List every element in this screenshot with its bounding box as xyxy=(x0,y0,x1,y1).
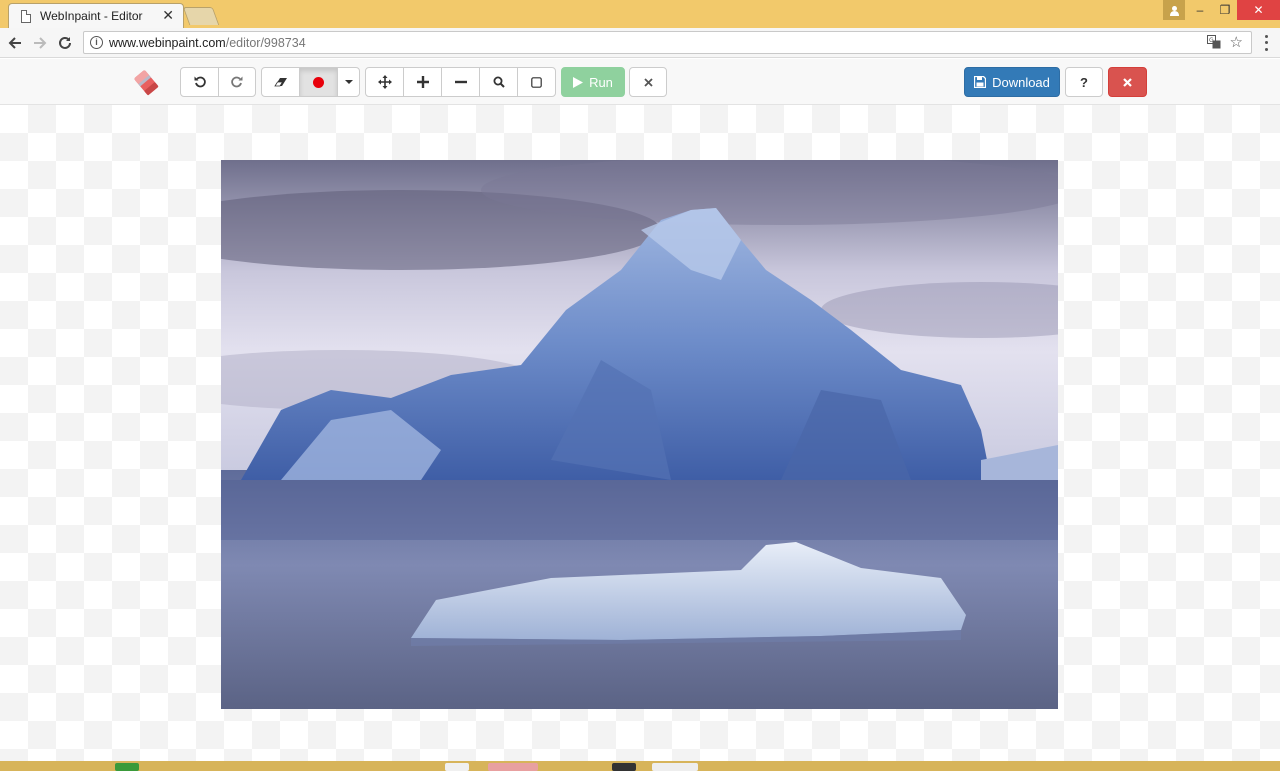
url-input[interactable]: i www.webinpaint.com/editor/998734 G ☆ xyxy=(83,31,1252,54)
browser-tab[interactable]: WebInpaint - Editor ✕ xyxy=(8,3,184,28)
floppy-disk-icon xyxy=(974,76,987,88)
fit-screen-button[interactable] xyxy=(517,67,556,97)
back-icon[interactable] xyxy=(4,32,26,54)
svg-text:G: G xyxy=(1209,37,1214,44)
menu-icon[interactable] xyxy=(1258,33,1274,53)
run-button[interactable]: Run xyxy=(561,67,625,97)
undo-button[interactable] xyxy=(180,67,219,97)
url-text: www.webinpaint.com/editor/998734 xyxy=(109,36,306,50)
search-icon xyxy=(493,76,505,88)
browser-tab-strip: WebInpaint - Editor ✕ – ❐ ✕ xyxy=(0,0,1280,28)
download-button[interactable]: Download xyxy=(964,67,1060,97)
play-icon xyxy=(573,76,584,88)
user-icon[interactable] xyxy=(1163,0,1185,20)
brush-dropdown-toggle[interactable] xyxy=(337,67,360,97)
download-button-label: Download xyxy=(992,74,1050,90)
star-icon[interactable]: ☆ xyxy=(1230,33,1243,51)
chevron-down-icon xyxy=(344,80,353,84)
document-icon xyxy=(21,10,31,23)
new-tab-button[interactable] xyxy=(182,7,220,25)
taskbar-app-icon[interactable] xyxy=(652,763,698,771)
maximize-button[interactable]: ❐ xyxy=(1213,0,1237,20)
run-button-label: Run xyxy=(589,74,613,90)
editor-canvas[interactable] xyxy=(0,105,1280,761)
close-icon xyxy=(1123,77,1132,87)
zoom-out-button[interactable] xyxy=(441,67,480,97)
taskbar-app-icon[interactable] xyxy=(488,763,538,771)
brush-color-button[interactable] xyxy=(299,67,338,97)
forward-icon[interactable] xyxy=(29,32,51,54)
eraser-tool-button[interactable] xyxy=(261,67,300,97)
zoom-in-button[interactable] xyxy=(403,67,442,97)
move-tool-button[interactable] xyxy=(365,67,404,97)
clear-mask-button[interactable] xyxy=(629,67,667,97)
os-taskbar xyxy=(0,761,1280,771)
editable-image[interactable] xyxy=(221,160,1058,709)
redo-button[interactable] xyxy=(218,67,256,97)
taskbar-app-icon[interactable] xyxy=(445,763,469,771)
info-icon[interactable]: i xyxy=(90,36,103,49)
reload-icon[interactable] xyxy=(54,32,76,54)
tab-close-icon[interactable]: ✕ xyxy=(162,7,174,24)
window-close-button[interactable]: ✕ xyxy=(1237,0,1280,20)
close-editor-button[interactable] xyxy=(1108,67,1147,97)
minimize-button[interactable]: – xyxy=(1187,0,1213,20)
brush-color-swatch xyxy=(313,76,324,88)
help-button[interactable]: ? xyxy=(1065,67,1103,97)
address-bar-row: i www.webinpaint.com/editor/998734 G ☆ xyxy=(0,28,1280,58)
eraser-logo-icon xyxy=(133,67,161,97)
zoom-reset-button[interactable] xyxy=(479,67,518,97)
taskbar-app-icon[interactable] xyxy=(612,763,636,771)
close-icon xyxy=(643,77,653,87)
tab-title: WebInpaint - Editor xyxy=(40,9,143,23)
editor-toolbar: Run Download ? xyxy=(0,59,1280,105)
taskbar-app-icon[interactable] xyxy=(115,763,139,771)
translate-icon[interactable]: G xyxy=(1207,35,1221,52)
